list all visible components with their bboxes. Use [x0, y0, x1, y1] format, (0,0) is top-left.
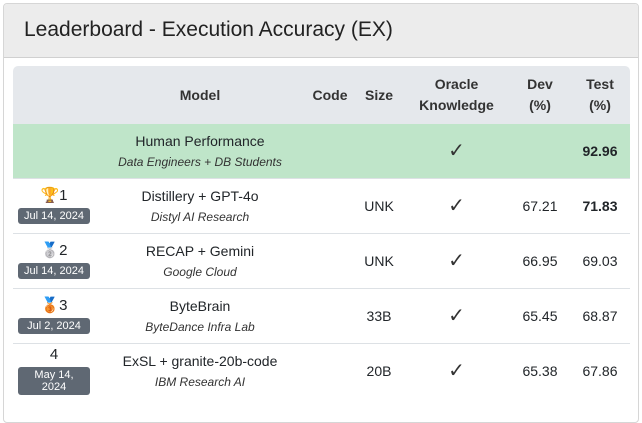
model-org: Data Engineers + DB Students	[118, 154, 282, 169]
code-cell	[305, 287, 355, 343]
header-code[interactable]: Code	[305, 66, 355, 124]
header-size[interactable]: Size	[355, 66, 403, 124]
header-dev[interactable]: Dev (%)	[510, 66, 570, 124]
rank: 1	[59, 187, 68, 204]
date-badge: Jul 14, 2024	[18, 208, 90, 224]
code-cell	[305, 177, 355, 233]
medal-icon: 🥈	[40, 242, 60, 259]
size-cell: 33B	[355, 287, 403, 343]
medal-icon: 🥉	[40, 297, 60, 314]
test-score: 67.86	[570, 342, 630, 398]
model-name: RECAP + Gemini	[145, 242, 255, 259]
model-name: ByteBrain	[169, 297, 231, 314]
header-test[interactable]: Test (%)	[570, 66, 630, 124]
table-row: 🏆1 Jul 14, 2024 Distillery + GPT-4o Distyl…	[13, 177, 630, 233]
table-row: 🥈2 Jul 14, 2024 RECAP + Gemini Google Clou…	[13, 232, 630, 288]
check-icon: ✓	[448, 140, 465, 163]
dev-score: 67.21	[510, 177, 570, 233]
code-cell	[305, 232, 355, 288]
rank: 2	[59, 242, 68, 259]
header-model[interactable]: Model	[95, 66, 305, 124]
size-cell: 20B	[355, 342, 403, 398]
leaderboard-table: Model Code Size Oracle Knowledge Dev (%) T…	[13, 66, 630, 398]
model-org: Distyl AI Research	[150, 209, 250, 224]
check-icon: ✓	[448, 250, 465, 272]
human-performance-row: Human Performance Data Engineers + DB Stu…	[13, 124, 630, 178]
model-name: Distillery + GPT-4o	[141, 187, 259, 204]
rank: 3	[59, 297, 68, 314]
card-title: Leaderboard - Execution Accuracy (EX)	[4, 4, 638, 58]
date-badge: Jul 14, 2024	[18, 263, 90, 279]
model-name: ExSL + granite-20b-code	[122, 352, 278, 369]
date-badge: May 14, 2024	[18, 367, 90, 396]
medal-icon: 🏆	[40, 187, 60, 204]
size-cell: UNK	[355, 177, 403, 233]
model-org: Google Cloud	[163, 264, 237, 279]
date-badge: Jul 2, 2024	[18, 318, 90, 334]
table-row: 🥉3 Jul 2, 2024 ByteBrain ByteDance Infra L…	[13, 287, 630, 343]
check-icon: ✓	[448, 360, 465, 383]
test-score: 68.87	[570, 287, 630, 343]
size-cell: UNK	[355, 232, 403, 288]
test-score: 92.96	[570, 124, 630, 178]
check-icon: ✓	[448, 305, 465, 327]
rank: 4	[49, 346, 59, 364]
dev-score: 65.45	[510, 287, 570, 343]
code-cell	[305, 342, 355, 398]
header-rank	[13, 66, 95, 124]
dev-score: 66.95	[510, 232, 570, 288]
leaderboard-card: Leaderboard - Execution Accuracy (EX) Mo…	[3, 3, 639, 423]
header-oracle[interactable]: Oracle Knowledge	[403, 66, 510, 124]
check-icon: ✓	[448, 195, 465, 217]
model-org: IBM Research AI	[154, 374, 246, 389]
table-row: 4 May 14, 2024 ExSL + granite-20b-code IBM…	[13, 342, 630, 398]
model-org: ByteDance Infra Lab	[145, 319, 255, 334]
dev-score: 65.38	[510, 342, 570, 398]
test-score: 69.03	[570, 232, 630, 288]
test-score: 71.83	[570, 177, 630, 233]
model-name: Human Performance	[135, 132, 265, 149]
